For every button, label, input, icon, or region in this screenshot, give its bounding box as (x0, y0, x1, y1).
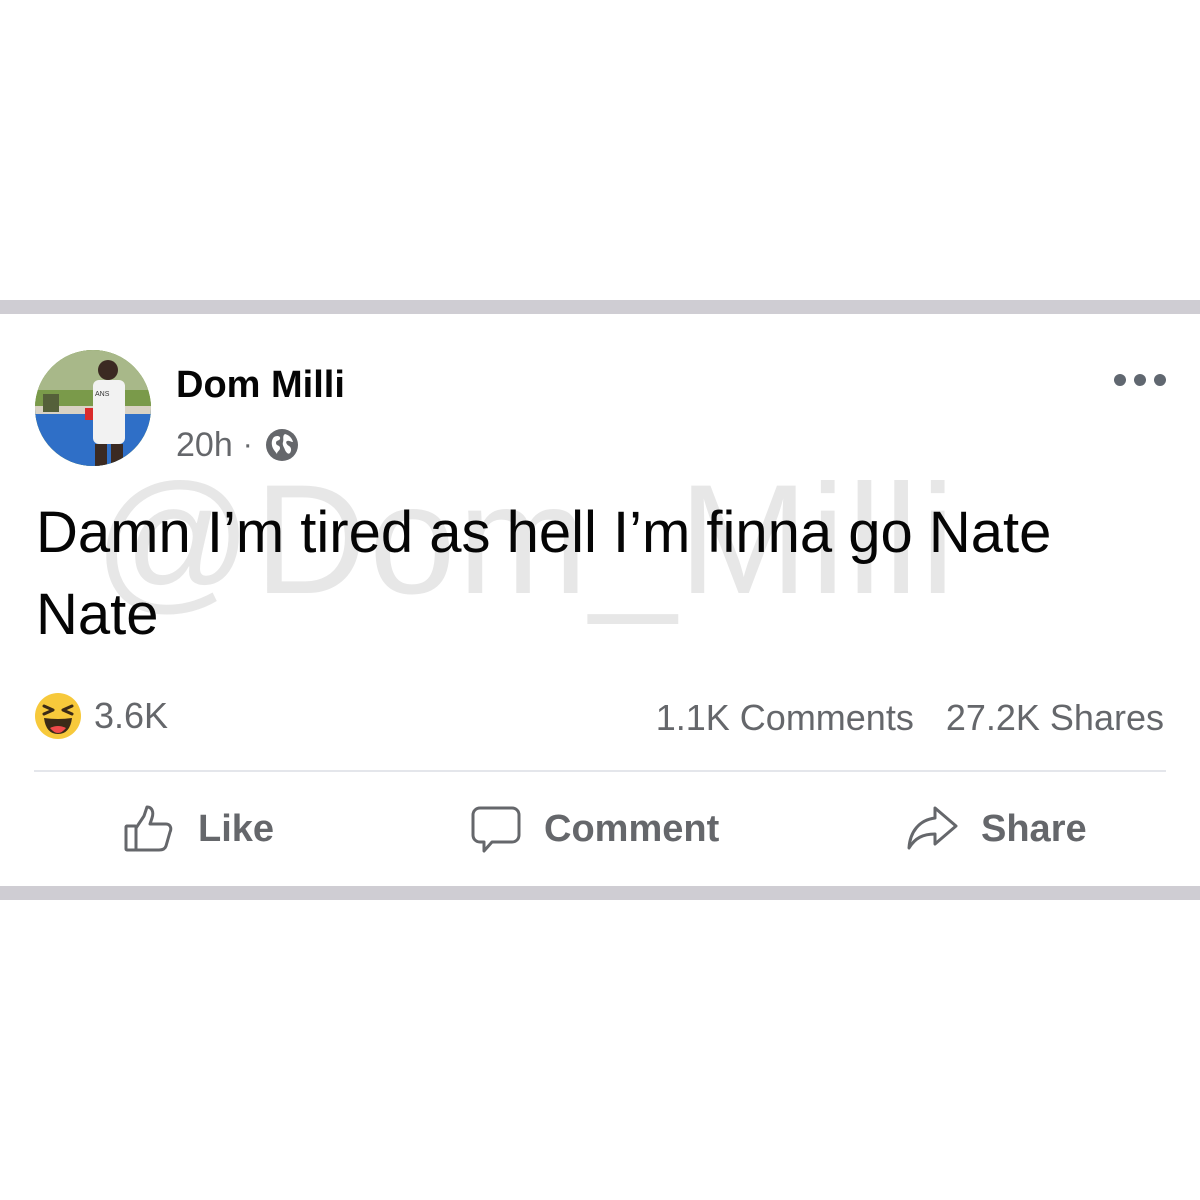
avatar[interactable]: ANS (35, 350, 151, 466)
svg-text:ANS: ANS (95, 391, 110, 398)
comment-button[interactable]: Comment (470, 794, 719, 864)
more-dot-icon (1114, 374, 1126, 386)
thumbs-up-icon (124, 805, 173, 852)
engagement-counts: 1.1K Comments 27.2K Shares (656, 697, 1164, 739)
more-options-button[interactable] (1114, 370, 1166, 390)
comment-label: Comment (544, 807, 720, 850)
post-card: ANS Dom Milli 20h · @Dom_Milli Damn I’m … (0, 314, 1200, 886)
share-button[interactable]: Share (905, 794, 1087, 864)
action-divider (34, 770, 1166, 772)
more-dot-icon (1134, 374, 1146, 386)
share-label: Share (981, 807, 1087, 850)
comment-bubble-icon (471, 806, 521, 853)
reaction-count: 3.6K (94, 695, 169, 736)
feed-separator-bottom (0, 886, 1200, 900)
reaction-summary[interactable]: 3.6K (34, 692, 168, 740)
action-bar: Like Comment Share (0, 794, 1200, 864)
haha-emoji-icon (35, 693, 81, 739)
feed-separator-top (0, 300, 1200, 314)
share-arrow-icon (907, 806, 958, 850)
more-dot-icon (1154, 374, 1166, 386)
like-button[interactable]: Like (122, 794, 274, 864)
avatar-photo: ANS (35, 350, 151, 466)
author-name[interactable]: Dom Milli (176, 366, 345, 404)
comments-count[interactable]: 1.1K Comments (656, 697, 914, 739)
shares-count[interactable]: 27.2K Shares (946, 697, 1164, 739)
post-text: Damn I’m tired as hell I’m finna go Nate… (36, 500, 1052, 647)
like-label: Like (198, 807, 275, 850)
